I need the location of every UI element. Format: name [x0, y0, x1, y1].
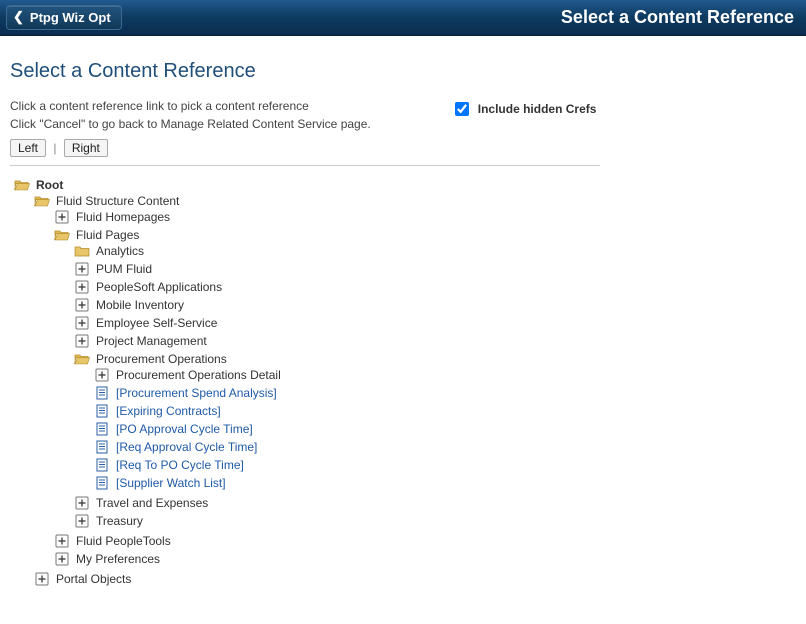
expand-icon[interactable] — [94, 368, 110, 382]
tree-fluid-pages[interactable]: Fluid Pages — [76, 228, 139, 242]
header-title: Select a Content Reference — [561, 7, 794, 28]
include-hidden-crefs-checkbox[interactable] — [455, 102, 469, 116]
expand-icon[interactable] — [54, 534, 70, 548]
cref-link-supplier[interactable]: [Supplier Watch List] — [116, 476, 226, 490]
cref-link-req-po[interactable]: [Req To PO Cycle Time] — [116, 458, 244, 472]
tree-project-mgmt[interactable]: Project Management — [96, 334, 207, 348]
document-icon — [94, 440, 110, 454]
tree-travel[interactable]: Travel and Expenses — [96, 496, 208, 510]
tab-separator: | — [53, 141, 56, 155]
instruction-line-2: Click "Cancel" to go back to Manage Rela… — [10, 115, 371, 133]
folder-open-icon[interactable] — [74, 352, 90, 366]
instructions: Click a content reference link to pick a… — [10, 97, 371, 133]
tree-root[interactable]: Root — [36, 178, 63, 192]
include-hidden-crefs[interactable]: Include hidden Crefs — [451, 99, 597, 119]
cref-link-expiring[interactable]: [Expiring Contracts] — [116, 404, 221, 418]
tree-proc-ops-detail[interactable]: Procurement Operations Detail — [116, 368, 281, 382]
tree-fluid-structure[interactable]: Fluid Structure Content — [56, 194, 179, 208]
folder-open-icon[interactable] — [14, 178, 30, 192]
document-icon — [94, 476, 110, 490]
expand-icon[interactable] — [54, 210, 70, 224]
tree-proc-ops[interactable]: Procurement Operations — [96, 352, 227, 366]
tree-ess[interactable]: Employee Self-Service — [96, 316, 217, 330]
expand-icon[interactable] — [74, 262, 90, 276]
expand-icon[interactable] — [74, 334, 90, 348]
cref-link-po-cycle[interactable]: [PO Approval Cycle Time] — [116, 422, 253, 436]
expand-icon[interactable] — [74, 514, 90, 528]
tree-fluid-peopletools[interactable]: Fluid PeopleTools — [76, 534, 171, 548]
cref-link-spend[interactable]: [Procurement Spend Analysis] — [116, 386, 277, 400]
expand-icon[interactable] — [54, 552, 70, 566]
expand-icon[interactable] — [34, 572, 50, 586]
page-title: Select a Content Reference — [10, 60, 796, 83]
folder-closed-icon[interactable] — [74, 244, 90, 258]
tree-treasury[interactable]: Treasury — [96, 514, 143, 528]
tab-right[interactable]: Right — [64, 139, 108, 157]
cref-link-req-cycle[interactable]: [Req Approval Cycle Time] — [116, 440, 257, 454]
instruction-line-1: Click a content reference link to pick a… — [10, 97, 371, 115]
document-icon — [94, 386, 110, 400]
document-icon — [94, 458, 110, 472]
document-icon — [94, 404, 110, 418]
tree-analytics[interactable]: Analytics — [96, 244, 144, 258]
tree-pum-fluid[interactable]: PUM Fluid — [96, 262, 152, 276]
expand-icon[interactable] — [74, 280, 90, 294]
expand-icon[interactable] — [74, 496, 90, 510]
expand-icon[interactable] — [74, 298, 90, 312]
tree-mobile-inventory[interactable]: Mobile Inventory — [96, 298, 184, 312]
tab-left[interactable]: Left — [10, 139, 46, 157]
tree-fluid-homepages[interactable]: Fluid Homepages — [76, 210, 170, 224]
tree-my-prefs[interactable]: My Preferences — [76, 552, 160, 566]
tree-portal-objects[interactable]: Portal Objects — [56, 572, 131, 586]
back-button-label: Ptpg Wiz Opt — [30, 10, 111, 25]
include-hidden-crefs-label: Include hidden Crefs — [478, 102, 597, 116]
header-bar: ❮ Ptpg Wiz Opt Select a Content Referenc… — [0, 0, 806, 36]
folder-open-icon[interactable] — [54, 228, 70, 242]
folder-open-icon[interactable] — [34, 194, 50, 208]
document-icon — [94, 422, 110, 436]
tab-bar: Left | Right — [10, 139, 600, 166]
chevron-left-icon: ❮ — [13, 10, 24, 23]
tree-peoplesoft-apps[interactable]: PeopleSoft Applications — [96, 280, 222, 294]
content-tree: Root Fluid Structure Content Fluid Homep… — [10, 176, 796, 590]
back-button[interactable]: ❮ Ptpg Wiz Opt — [6, 5, 122, 30]
expand-icon[interactable] — [74, 316, 90, 330]
